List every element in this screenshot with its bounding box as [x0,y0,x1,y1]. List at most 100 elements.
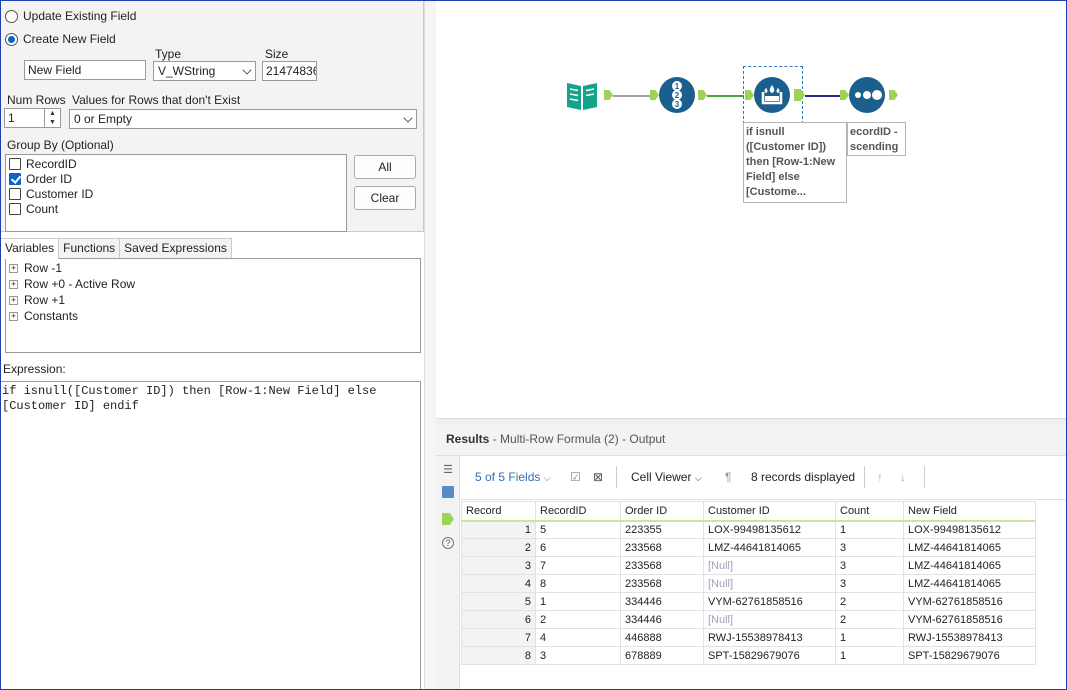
table-cell[interactable]: 1 [835,520,904,539]
list-icon[interactable]: ☰ [442,464,454,476]
table-cell[interactable]: 7 [535,556,621,575]
table-row[interactable]: 1 5 223355 LOX-99498135612 1 LOX-99498135612 [461,520,1036,539]
deselect-icon[interactable]: ⊠ [593,470,603,484]
table-cell[interactable]: 678889 [620,646,704,665]
values-dropdown[interactable]: 0 or Empty [69,109,417,129]
table-cell[interactable]: RWJ-15538978413 [703,628,836,647]
record-number-cell[interactable]: 8 [461,646,536,665]
output-anchor[interactable] [794,89,805,101]
record-number-cell[interactable]: 3 [461,556,536,575]
record-number-cell[interactable]: 4 [461,574,536,593]
tab-variables[interactable]: Variables [0,238,60,259]
column-header-count[interactable]: Count [835,501,904,522]
update-existing-option[interactable]: Update Existing Field [5,9,136,23]
table-cell[interactable]: 446888 [620,628,704,647]
record-number-cell[interactable]: 5 [461,592,536,611]
table-cell[interactable]: LMZ-44641814065 [703,538,836,557]
size-input[interactable]: 2147483647 [262,61,317,81]
table-cell[interactable]: 4 [535,628,621,647]
table-cell[interactable]: SPT-15829679076 [703,646,836,665]
table-cell[interactable]: 3 [835,538,904,557]
clear-button[interactable]: Clear [354,186,416,210]
table-row[interactable]: 8 3 678889 SPT-15829679076 1 SPT-15829679076 [461,646,1036,665]
table-cell[interactable]: 2 [535,610,621,629]
num-rows-stepper[interactable]: ▲ ▼ [44,109,60,127]
tab-functions[interactable]: Functions [58,238,121,258]
table-cell[interactable]: LMZ-44641814065 [903,556,1036,575]
group-by-item-count[interactable]: Count [9,201,58,216]
expand-icon[interactable]: + [9,263,18,273]
expand-icon[interactable]: + [9,295,18,305]
table-row[interactable]: 4 8 233568 [Null] 3 LMZ-44641814065 [461,574,1036,593]
expand-icon[interactable]: + [9,311,18,321]
create-new-radio[interactable] [5,32,18,46]
table-cell[interactable]: 3 [535,646,621,665]
output-anchor[interactable] [698,90,707,100]
table-row[interactable]: 6 2 334446 [Null] 2 VYM-62761858516 [461,610,1036,629]
fields-selector[interactable]: 5 of 5 Fields ⌵ [475,470,551,484]
pilcrow-icon[interactable]: ¶ [725,470,731,484]
table-cell[interactable]: 2 [835,610,904,629]
table-cell[interactable]: LOX-99498135612 [903,520,1036,539]
table-cell[interactable]: SPT-15829679076 [903,646,1036,665]
record-id-tool[interactable]: 1 2 3 [659,77,695,113]
type-dropdown[interactable]: V_WString [153,61,256,81]
table-cell[interactable]: 5 [535,520,621,539]
table-cell[interactable]: LOX-99498135612 [703,520,836,539]
sort-tool[interactable] [849,77,885,113]
input-anchor[interactable] [840,90,849,100]
table-cell[interactable]: 334446 [620,610,704,629]
input-anchor[interactable] [650,90,659,100]
table-cell[interactable]: 2 [835,592,904,611]
table-cell[interactable]: 1 [535,592,621,611]
stepper-down-icon[interactable]: ▼ [45,118,60,127]
table-row[interactable]: 3 7 233568 [Null] 3 LMZ-44641814065 [461,556,1036,575]
table-cell[interactable]: 1 [835,628,904,647]
table-cell[interactable]: VYM-62761858516 [703,592,836,611]
input-data-tool[interactable] [564,77,600,113]
output-anchor[interactable] [604,90,613,100]
tree-item-constants[interactable]: + Constants [9,308,78,324]
column-header-customer-id[interactable]: Customer ID [703,501,836,522]
record-number-cell[interactable]: 7 [461,628,536,647]
table-cell[interactable]: 3 [835,574,904,593]
table-cell[interactable]: 233568 [620,556,704,575]
vertical-splitter[interactable] [424,0,436,690]
group-by-item-customer-id[interactable]: Customer ID [9,186,93,201]
expression-editor[interactable]: if isnull([Customer ID]) then [Row-1:New… [0,381,421,690]
tree-item-row-plus-1[interactable]: + Row +1 [9,292,65,308]
update-existing-radio[interactable] [5,9,18,23]
record-number-cell[interactable]: 2 [461,538,536,557]
expand-icon[interactable]: + [9,279,18,289]
record-number-cell[interactable]: 1 [461,520,536,539]
column-header-order-id[interactable]: Order ID [620,501,704,522]
group-by-item-recordid[interactable]: RecordID [9,156,77,171]
tree-item-row-minus-1[interactable]: + Row -1 [9,260,62,276]
column-header-record[interactable]: Record [461,501,536,522]
checkbox[interactable] [9,157,21,170]
tab-saved-expressions[interactable]: Saved Expressions [119,238,232,258]
all-button[interactable]: All [354,155,416,179]
table-cell[interactable]: 8 [535,574,621,593]
checkbox[interactable] [9,202,21,215]
cell-viewer-dropdown[interactable]: Cell Viewer ⌵ [631,470,702,484]
column-header-recordid[interactable]: RecordID [535,501,621,522]
table-row[interactable]: 5 1 334446 VYM-62761858516 2 VYM-62761858516 [461,592,1036,611]
table-cell[interactable]: VYM-62761858516 [903,592,1036,611]
table-cell[interactable]: LMZ-44641814065 [903,538,1036,557]
stepper-up-icon[interactable]: ▲ [45,109,60,118]
arrow-down-icon[interactable]: ↓ [900,470,906,484]
table-row[interactable]: 7 4 446888 RWJ-15538978413 1 RWJ-15538978413 [461,628,1036,647]
column-header-new-field[interactable]: New Field [903,501,1036,522]
tree-item-row-0[interactable]: + Row +0 - Active Row [9,276,135,292]
table-cell[interactable]: 334446 [620,592,704,611]
new-field-name-input[interactable]: New Field [24,60,146,80]
table-cell[interactable]: 3 [835,556,904,575]
table-cell[interactable]: LMZ-44641814065 [903,574,1036,593]
table-cell[interactable]: [Null] [703,574,836,593]
data-anchor-icon[interactable] [442,513,454,525]
table-cell[interactable]: 6 [535,538,621,557]
create-new-option[interactable]: Create New Field [5,32,116,46]
table-cell[interactable]: 1 [835,646,904,665]
table-icon[interactable] [442,486,454,498]
